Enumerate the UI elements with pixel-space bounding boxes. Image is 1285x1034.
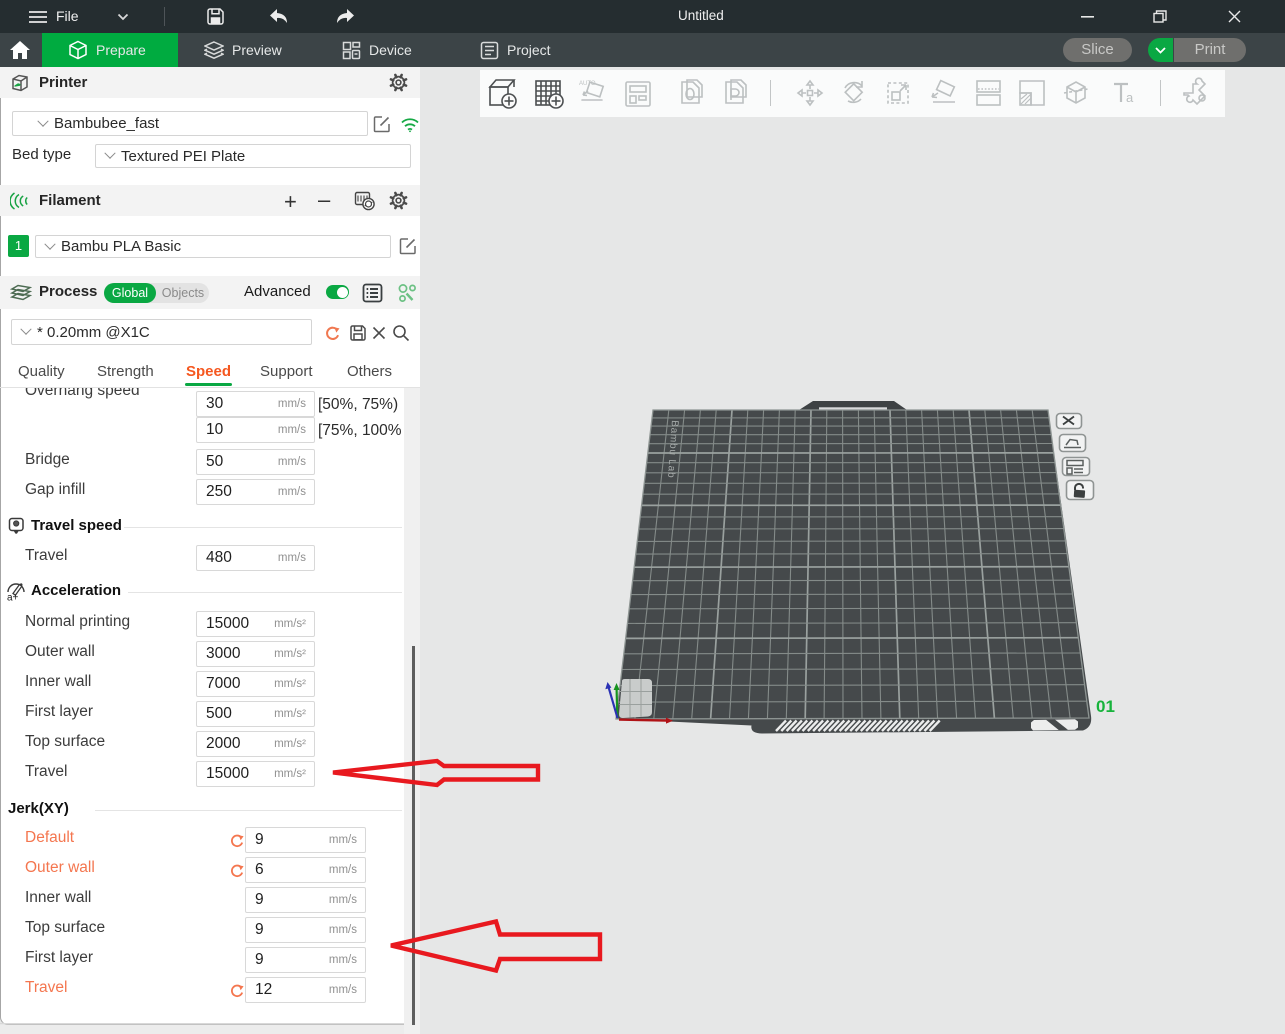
- svg-text:a: a: [1126, 90, 1134, 105]
- svg-text:a+: a+: [7, 593, 19, 602]
